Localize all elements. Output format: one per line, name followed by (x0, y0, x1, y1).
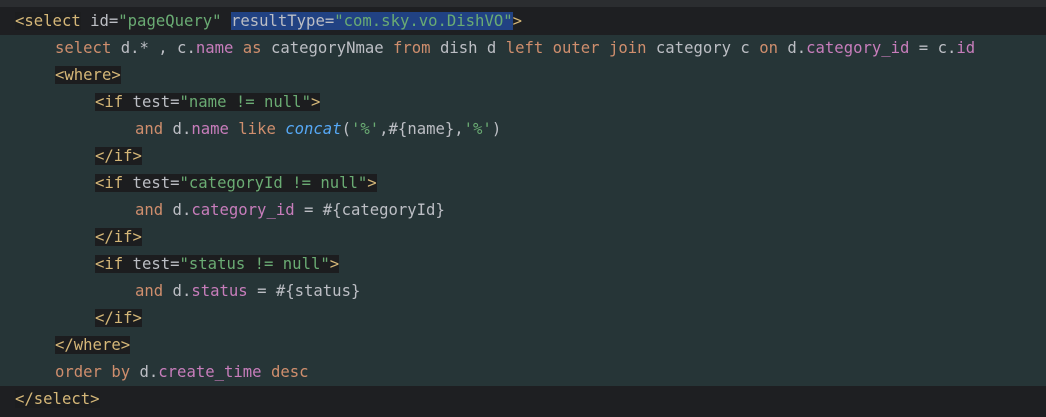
code-token: and (135, 120, 164, 138)
code-line[interactable]: </where> (55, 332, 131, 359)
code-token: ) (491, 120, 502, 138)
code-line[interactable]: select d.* , c.name as categoryNmae from… (55, 35, 975, 62)
code-token: d. (163, 201, 192, 219)
code-line[interactable]: </if> (95, 305, 142, 332)
code-token: dish d (430, 39, 506, 57)
code-token: on (759, 39, 778, 57)
code-token: test= (123, 93, 180, 111)
code-token: left outer join (505, 39, 647, 57)
code-editor[interactable]: <select id="pageQuery" resultType="com.s… (0, 0, 1046, 417)
code-token: d. (163, 282, 192, 300)
code-token: </where> (55, 336, 131, 354)
code-token: <if (95, 255, 124, 273)
code-token: </if> (95, 228, 142, 246)
code-token: status (191, 282, 248, 300)
code-token: = #{categoryId} (294, 201, 445, 219)
code-token: desc (270, 363, 309, 381)
code-token: category_id (191, 201, 295, 219)
code-token: > (512, 12, 523, 30)
code-line[interactable]: <select id="pageQuery" resultType="com.s… (15, 8, 522, 35)
code-token: ( (341, 120, 351, 138)
code-token: create_time (158, 363, 262, 381)
code-token: d. (777, 39, 807, 57)
code-token: like (238, 120, 276, 138)
code-token: "pageQuery" (118, 12, 222, 30)
code-token: as (242, 39, 262, 57)
code-token: id= (90, 12, 119, 30)
code-token: id (956, 39, 976, 57)
code-token: </if> (95, 147, 142, 165)
code-token: from (393, 39, 431, 57)
code-token: d.* , c. (111, 39, 196, 57)
code-line[interactable]: order by d.create_time desc (55, 359, 309, 386)
code-token: select (55, 39, 112, 57)
code-token: categoryNmae (261, 39, 394, 57)
code-token: > (310, 93, 321, 111)
code-line[interactable]: and d.name like concat('%',#{name},'%') (135, 116, 501, 143)
code-token: "categoryId != null" (179, 174, 368, 192)
code-line[interactable]: <if test="status != null"> (95, 251, 340, 278)
code-token: ,#{name}, (379, 120, 464, 138)
code-token: concat (285, 120, 342, 138)
code-token: = c. (909, 39, 957, 57)
code-token: d. (130, 363, 159, 381)
code-token: d. (163, 120, 192, 138)
code-token: '%' (463, 120, 492, 138)
code-line[interactable]: </if> (95, 224, 142, 251)
code-token: test= (123, 174, 180, 192)
code-token: name (195, 39, 234, 57)
code-token: name (191, 120, 229, 138)
code-line[interactable]: and d.status = #{status} (135, 278, 360, 305)
code-line[interactable]: and d.category_id = #{categoryId} (135, 197, 445, 224)
code-token: test= (123, 255, 180, 273)
code-token: category_id (806, 39, 910, 57)
code-token: <if (95, 174, 124, 192)
code-token: order by (55, 363, 131, 381)
code-token: and (135, 282, 164, 300)
code-token: > (329, 255, 340, 273)
code-token: </if> (95, 309, 142, 327)
code-line[interactable]: </select> (15, 386, 100, 413)
code-token: "status != null" (179, 255, 330, 273)
code-line[interactable]: </if> (95, 143, 142, 170)
code-token: <select (15, 12, 81, 30)
code-token: category c (646, 39, 760, 57)
code-token: </select> (15, 390, 100, 408)
code-line[interactable]: <if test="categoryId != null"> (95, 170, 377, 197)
code-token: > (367, 174, 377, 192)
code-token: "com.sky.vo.DishVO" (334, 12, 513, 30)
code-token: = #{status} (247, 282, 361, 300)
code-token: resultType= (230, 12, 335, 30)
code-token: "name != null" (179, 93, 311, 111)
code-line[interactable]: <where> (55, 62, 121, 89)
code-token: <if (95, 93, 124, 111)
code-line[interactable]: <if test="name != null"> (95, 89, 321, 116)
editor-top-strip (0, 0, 1046, 7)
code-token: '%' (350, 120, 380, 138)
code-token: <where> (55, 66, 121, 84)
code-token: and (135, 201, 164, 219)
